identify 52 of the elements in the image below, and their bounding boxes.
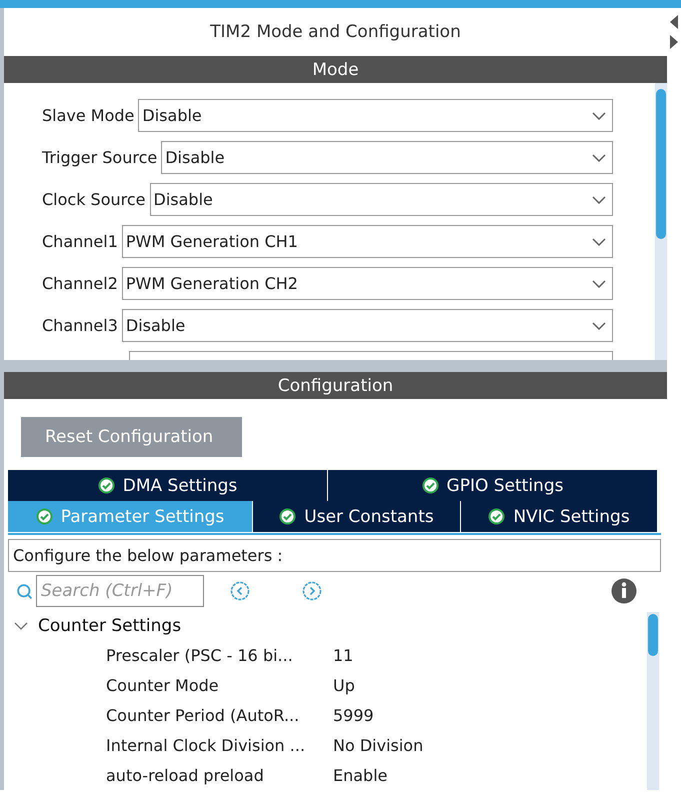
check-icon	[422, 477, 439, 494]
parameter-name: Counter Mode	[106, 676, 220, 694]
parameter-name: Prescaler (PSC - 16 bi...	[106, 646, 294, 664]
collapse-left-icon[interactable]	[669, 14, 679, 30]
section-header: Mode	[4, 56, 667, 83]
dropdown[interactable]: Disable	[161, 141, 613, 174]
scrollbar[interactable]	[656, 89, 666, 239]
parameter-name: auto-reload preload	[106, 766, 265, 784]
section-header: Configuration	[4, 372, 667, 399]
chevron-down-icon	[592, 196, 606, 204]
parameter-value[interactable]: Up	[333, 676, 355, 694]
chevron-down-icon	[592, 154, 606, 162]
tab[interactable]: DMA Settings	[8, 470, 328, 501]
check-icon	[488, 508, 506, 525]
previous-icon[interactable]	[230, 581, 250, 601]
chevron-down-icon	[592, 280, 606, 288]
field-label: Clock Source	[42, 190, 146, 209]
field-label: Slave Mode	[42, 106, 134, 125]
scrollbar[interactable]	[648, 614, 658, 656]
chevron-down-icon	[592, 322, 606, 330]
dropdown[interactable]: PWM Generation CH2	[122, 267, 613, 300]
description-text: Configure the below parameters :	[8, 539, 661, 572]
check-icon	[98, 477, 115, 494]
search-icon	[16, 582, 33, 600]
check-icon	[36, 508, 53, 525]
field-label: Channel1	[42, 232, 118, 251]
chevron-down-icon	[592, 112, 606, 120]
info-icon[interactable]	[611, 578, 637, 604]
field-label: Trigger Source	[42, 148, 158, 167]
field-label: Channel2	[42, 274, 118, 293]
parameter-value[interactable]: 5999	[333, 706, 374, 724]
tab[interactable]: User Constants	[253, 501, 461, 532]
expand-right-icon[interactable]	[669, 34, 679, 50]
parameter-value[interactable]: 11	[333, 646, 354, 664]
dropdown[interactable]: Disable	[138, 99, 613, 132]
tab[interactable]: NVIC Settings	[461, 501, 658, 532]
parameter-name: Counter Period (AutoR...	[106, 706, 300, 724]
dropdown[interactable]: Disable	[150, 183, 613, 216]
panel-title: TIM2 Mode and Configuration	[4, 8, 667, 56]
parameter-value[interactable]: Enable	[333, 766, 388, 784]
chevron-down-icon[interactable]	[14, 622, 28, 630]
search-field[interactable]: Search (Ctrl+F)	[36, 575, 204, 607]
parameter-value[interactable]: No Division	[333, 736, 424, 754]
dropdown[interactable]: PWM Generation CH1	[122, 225, 613, 258]
field-label: Channel3	[42, 316, 118, 335]
next-icon[interactable]	[302, 581, 322, 601]
parameter-name: Internal Clock Division ...	[106, 736, 306, 754]
chevron-down-icon	[592, 238, 606, 246]
dropdown[interactable]: Disable	[122, 309, 613, 342]
tab[interactable]: GPIO Settings	[328, 470, 658, 501]
check-icon	[279, 508, 296, 525]
tree-group[interactable]: Counter Settings	[8, 612, 647, 640]
